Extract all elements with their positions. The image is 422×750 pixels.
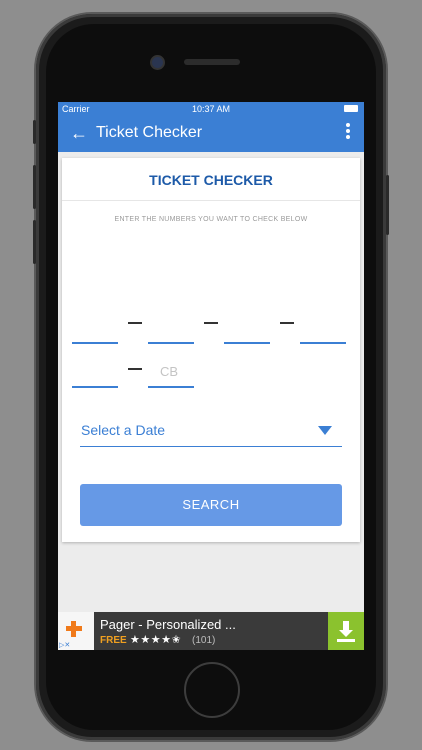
adchoices-icon[interactable]: ▷✕: [59, 641, 70, 649]
number-input-3[interactable]: [224, 342, 270, 344]
ad-price: FREE: [100, 635, 127, 646]
app-screen: Carrier 10:37 AM ← Ticket Checker TICKET…: [58, 102, 364, 650]
volume-down-button: [33, 220, 36, 264]
status-time: 10:37 AM: [191, 104, 231, 114]
ad-review-count: (101): [192, 635, 216, 646]
instruction-text: ENTER THE NUMBERS YOU WANT TO CHECK BELO…: [114, 216, 308, 223]
number-input-1[interactable]: [72, 342, 118, 344]
search-button[interactable]: SEARCH: [80, 484, 342, 526]
date-placeholder: Select a Date: [81, 422, 166, 438]
volume-up-button: [33, 165, 36, 209]
separator-dash: [204, 322, 218, 324]
app-title: Ticket Checker: [96, 124, 203, 141]
ad-title: Pager - Personalized ...: [100, 617, 236, 632]
dropdown-arrow-icon: [318, 426, 332, 435]
card-heading: TICKET CHECKER: [149, 172, 273, 188]
ad-banner[interactable]: ▷✕ Pager - Personalized ... FREE ★★★★✬ (…: [58, 612, 364, 650]
mute-switch: [33, 120, 36, 144]
number-input-2[interactable]: [148, 342, 194, 344]
separator-dash: [128, 368, 142, 370]
download-icon[interactable]: [328, 612, 364, 650]
ticket-checker-card: TICKET CHECKER ENTER THE NUMBERS YOU WAN…: [62, 158, 360, 542]
home-button[interactable]: [184, 662, 240, 718]
more-vertical-icon[interactable]: [346, 123, 352, 141]
cb-input-underline[interactable]: [148, 386, 194, 388]
status-bar: Carrier 10:37 AM: [58, 102, 364, 116]
cb-input-placeholder[interactable]: CB: [160, 364, 178, 379]
separator-dash: [128, 322, 142, 324]
front-camera: [150, 55, 165, 70]
battery-icon: [344, 105, 358, 112]
card-divider: [62, 200, 360, 201]
ad-app-icon: ▷✕: [58, 612, 94, 650]
star-rating: ★★★★✬: [130, 634, 182, 646]
power-button: [386, 175, 389, 235]
earpiece-speaker: [184, 59, 240, 65]
app-bar: ← Ticket Checker: [58, 116, 364, 152]
number-input-5[interactable]: [72, 386, 118, 388]
back-arrow-icon[interactable]: ←: [70, 123, 88, 144]
separator-dash: [280, 322, 294, 324]
date-select[interactable]: Select a Date: [80, 414, 342, 447]
number-input-4[interactable]: [300, 342, 346, 344]
